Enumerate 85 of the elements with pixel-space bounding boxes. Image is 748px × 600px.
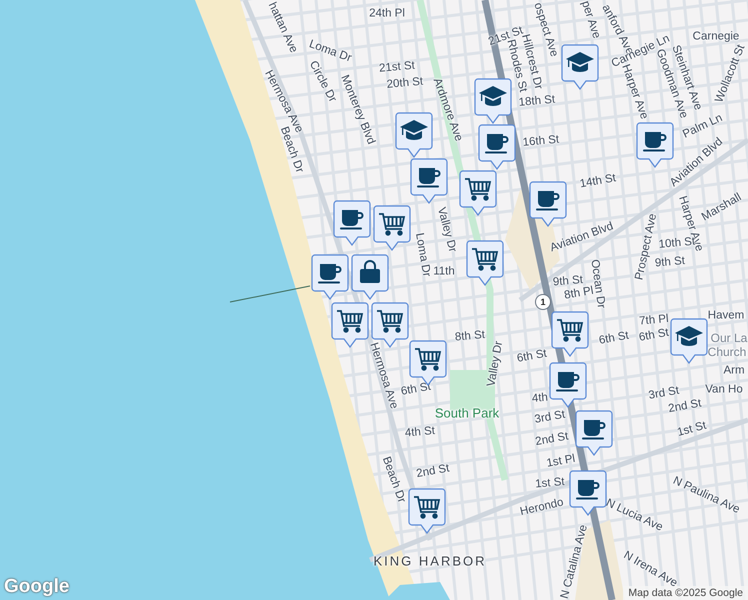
shopping-cart-icon xyxy=(557,319,584,342)
street-label: 2nd St xyxy=(534,431,570,449)
school-marker[interactable] xyxy=(474,78,512,124)
coffee-cup-icon xyxy=(318,264,342,284)
place-label: Our La xyxy=(710,332,748,344)
map-logo: Google xyxy=(4,576,70,598)
shopping-bag-icon xyxy=(360,260,380,283)
street-label: 6th St xyxy=(598,330,630,348)
street-label: Van Ho xyxy=(705,384,743,396)
street-label: Herondo xyxy=(519,497,565,519)
street-label: 2nd St xyxy=(416,463,450,481)
street-label: Loma Dr xyxy=(412,232,432,278)
cup-marker[interactable] xyxy=(410,158,448,204)
street-label: 7th Pl xyxy=(638,314,670,328)
coffee-cup-icon xyxy=(417,168,440,188)
school-marker[interactable] xyxy=(561,44,599,90)
cup-marker[interactable] xyxy=(569,470,607,516)
street-label: Valley Dr xyxy=(434,206,458,254)
street-label: 16th St xyxy=(522,134,560,150)
street-label: 6th St xyxy=(516,348,548,366)
coffee-cup-icon xyxy=(576,480,600,500)
coffee-cup-icon xyxy=(340,210,364,230)
cup-marker[interactable] xyxy=(529,181,567,227)
shopping-cart-icon xyxy=(414,496,440,519)
coffee-cup-icon xyxy=(556,372,580,392)
coffee-cup-icon xyxy=(485,134,508,154)
cart-marker[interactable] xyxy=(466,240,504,286)
street-label: Arm xyxy=(723,365,745,377)
area-label: KING HARBOR xyxy=(374,554,486,568)
street-label: 18th St xyxy=(518,94,556,110)
graduation-cap-icon xyxy=(675,326,703,346)
shopping-cart-icon xyxy=(465,178,492,201)
street-label: Harper Ave xyxy=(619,63,650,121)
school-marker[interactable] xyxy=(670,318,708,364)
shopping-cart-icon xyxy=(472,248,498,271)
street-label: Beach Dr xyxy=(379,456,407,504)
street-label: N Lucia Ave xyxy=(604,498,664,534)
cart-marker[interactable] xyxy=(373,205,411,251)
cup-marker[interactable] xyxy=(575,410,613,456)
graduation-cap-icon xyxy=(566,52,594,72)
street-label: 11th xyxy=(433,266,455,278)
cart-marker[interactable] xyxy=(331,302,369,348)
street-label: 4th xyxy=(532,392,548,406)
cup-marker[interactable] xyxy=(549,362,587,408)
street-label: 1st St xyxy=(534,477,566,491)
street-label: 6th St xyxy=(638,328,670,344)
street-label: Aviation Blvd xyxy=(548,221,616,255)
map-attribution: Map data ©2025 Google xyxy=(623,586,748,600)
shopping-cart-icon xyxy=(377,310,404,333)
street-label: Circle Dr xyxy=(306,60,338,104)
coffee-cup-icon xyxy=(536,191,560,210)
street-label: 4th St xyxy=(404,426,436,440)
street-label: 24th Pl xyxy=(369,8,405,20)
street-label: Hermosa Ave xyxy=(366,342,400,410)
street-label: 21st St xyxy=(378,60,416,76)
shopping-cart-icon xyxy=(337,310,364,333)
street-label: Carnegie xyxy=(692,31,740,43)
cart-marker[interactable] xyxy=(551,311,589,357)
place-label: Church xyxy=(708,346,746,358)
street-label: Valley Dr xyxy=(486,340,506,388)
cup-marker[interactable] xyxy=(333,200,371,246)
bag-marker[interactable] xyxy=(351,254,389,300)
coffee-cup-icon xyxy=(582,420,606,440)
street-label: 1st St xyxy=(676,420,708,440)
graduation-cap-icon xyxy=(400,120,428,140)
street-label: N Catalina Ave xyxy=(560,524,590,600)
cart-marker[interactable] xyxy=(459,170,497,216)
street-label: 9th St xyxy=(654,256,686,270)
shopping-cart-icon xyxy=(379,213,406,236)
street-label: Havem xyxy=(708,310,744,322)
street-label: 14th St xyxy=(579,173,617,191)
park-label: South Park xyxy=(434,406,500,420)
street-label: 20th St xyxy=(386,76,424,92)
shopping-cart-icon xyxy=(415,348,442,371)
graduation-cap-icon xyxy=(479,86,507,106)
coffee-cup-icon xyxy=(643,132,666,152)
cart-marker[interactable] xyxy=(408,488,446,534)
cup-marker[interactable] xyxy=(478,124,516,170)
street-label: 8th St xyxy=(454,330,486,344)
cup-marker[interactable] xyxy=(311,254,349,300)
street-label: hattan Ave xyxy=(265,1,299,55)
street-label: per Ave xyxy=(578,0,602,40)
school-marker[interactable] xyxy=(395,112,433,158)
street-label: 3rd St xyxy=(534,410,566,426)
street-label: 1st Pl xyxy=(546,454,576,470)
